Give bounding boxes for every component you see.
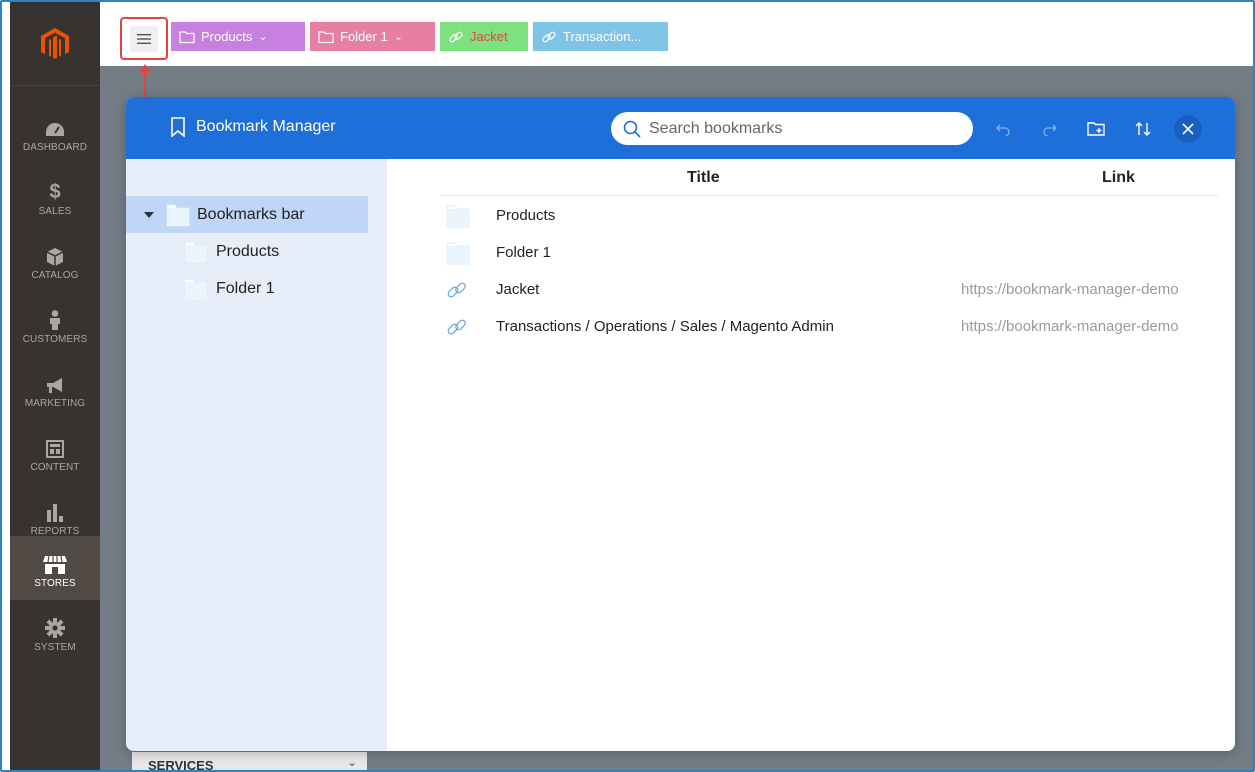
bookmark-chip-jacket-label: Jacket [470, 29, 508, 44]
list-item-link[interactable]: https://bookmark-manager-demo [961, 281, 1218, 298]
dollar-icon: $ [49, 180, 61, 203]
bookmark-manager-dialog: Bookmark Manager Search bookmarks Bookma… [126, 97, 1235, 751]
nav-dashboard[interactable]: DASHBOARD [10, 100, 100, 164]
tree-item-label: Bookmarks bar [197, 205, 305, 223]
caret-down-icon [144, 211, 156, 218]
list-item-title: Transactions / Operations / Sales / Mage… [496, 318, 834, 335]
link-icon [449, 31, 463, 42]
list-item[interactable]: Folder 1 [440, 234, 1218, 271]
nav-content-label: CONTENT [30, 461, 80, 473]
tree-item-bookmarks-bar[interactable]: Bookmarks bar [126, 196, 368, 233]
tree-item-label: Products [216, 242, 280, 260]
nav-catalog-label: CATALOG [31, 269, 79, 281]
bookmark-chip-folder-1-label: Folder 1 [340, 29, 388, 44]
dialog-header: Bookmark Manager [126, 97, 1235, 159]
undo-icon [996, 124, 1010, 136]
column-header-link[interactable]: Link [1102, 169, 1135, 187]
nav-dashboard-label: DASHBOARD [22, 141, 88, 153]
gear-icon [45, 612, 65, 638]
catalog-box-icon [47, 240, 63, 266]
redo-button[interactable] [1035, 114, 1065, 144]
nav-system[interactable]: SYSTEM [10, 600, 100, 664]
nav-sales[interactable]: $ SALES [10, 164, 100, 228]
chevron-down-icon: ⌄ [346, 755, 357, 769]
close-icon [1182, 123, 1194, 135]
services-menu[interactable]: SERVICES ⌄ [132, 752, 367, 772]
list-item[interactable]: Transactions / Operations / Sales / Mage… [440, 308, 1218, 345]
magento-logo[interactable] [10, 2, 100, 86]
bookmark-icon [171, 117, 185, 137]
search-box[interactable] [611, 112, 973, 145]
bookmark-menu-button[interactable] [120, 17, 168, 60]
new-folder-button[interactable] [1082, 114, 1112, 144]
list-item-title: Folder 1 [496, 244, 552, 261]
bookmark-chip-products[interactable]: Products ⌄ [171, 22, 305, 51]
bookmark-chip-transactions-label: Transaction... [563, 29, 642, 44]
undo-button[interactable] [988, 114, 1018, 144]
folder-icon [440, 204, 496, 228]
folder-tree: Bookmarks bar Products Folder 1 [126, 159, 387, 751]
nav-customers[interactable]: CUSTOMERS [10, 292, 100, 356]
folder-icon [179, 30, 195, 43]
nav-marketing[interactable]: MARKETING [10, 356, 100, 420]
tree-item-label: Folder 1 [216, 279, 275, 297]
content-layout-icon [46, 432, 64, 458]
bookmark-chip-folder-1[interactable]: Folder 1 ⌄ [310, 22, 435, 51]
list-item-title: Jacket [496, 281, 540, 298]
megaphone-icon [45, 368, 65, 394]
nav-reports-label: REPORTS [30, 525, 80, 537]
nav-content[interactable]: CONTENT [10, 420, 100, 484]
sort-button[interactable] [1128, 114, 1158, 144]
screen-frame: DASHBOARD $ SALES CATALOG CUSTOMERS MARK… [0, 0, 1255, 772]
dashboard-icon [45, 112, 65, 138]
magento-logo-icon [41, 27, 69, 59]
sort-icon [1135, 122, 1151, 136]
nav-stores[interactable]: STORES [10, 536, 100, 600]
nav-stores-label: STORES [34, 577, 76, 589]
nav-customers-label: CUSTOMERS [22, 333, 88, 345]
redo-icon [1043, 124, 1057, 136]
storefront-icon [43, 548, 67, 574]
search-icon [623, 120, 641, 138]
list-item[interactable]: Products [440, 197, 1218, 234]
services-label: SERVICES [148, 758, 214, 772]
link-icon [542, 31, 556, 42]
bookmark-chip-products-label: Products [201, 29, 253, 44]
search-input[interactable] [649, 119, 949, 138]
nav-catalog[interactable]: CATALOG [10, 228, 100, 292]
folder-icon [184, 277, 208, 301]
hamburger-icon [130, 25, 158, 52]
bar-chart-icon [46, 496, 64, 522]
customer-icon [48, 304, 62, 330]
nav-sales-label: SALES [38, 205, 72, 217]
dialog-title-text: Bookmark Manager [196, 118, 336, 135]
tree-item-products[interactable]: Products [126, 233, 279, 270]
chevron-down-icon: ⌄ [393, 31, 403, 43]
bookmark-chip-transactions[interactable]: Transaction... [533, 22, 668, 51]
list-item-title: Products [496, 207, 556, 224]
link-icon [440, 316, 496, 338]
admin-sidebar: DASHBOARD $ SALES CATALOG CUSTOMERS MARK… [10, 2, 100, 770]
nav-marketing-label: MARKETING [24, 397, 86, 409]
header-divider [440, 195, 1218, 196]
bookmark-chip-jacket[interactable]: Jacket [440, 22, 528, 51]
folder-icon [166, 203, 190, 227]
dialog-title: Bookmark Manager [170, 117, 336, 137]
list-item-link[interactable]: https://bookmark-manager-demo [961, 318, 1218, 335]
add-folder-icon [1087, 122, 1105, 136]
tree-item-folder-1[interactable]: Folder 1 [126, 270, 275, 307]
nav-system-label: SYSTEM [34, 641, 76, 653]
folder-icon [440, 241, 496, 265]
bookmark-toolbar: Products ⌄ Folder 1 ⌄ Jacket Transaction… [100, 2, 1253, 66]
bookmark-list: Title Link Products Folder 1 Jacket http… [387, 159, 1235, 751]
chevron-down-icon: ⌄ [258, 31, 268, 43]
folder-icon [184, 240, 208, 264]
close-button[interactable] [1174, 115, 1202, 143]
column-header-title[interactable]: Title [687, 169, 720, 187]
folder-icon [318, 30, 334, 43]
list-item[interactable]: Jacket https://bookmark-manager-demo [440, 271, 1218, 308]
link-icon [440, 279, 496, 301]
